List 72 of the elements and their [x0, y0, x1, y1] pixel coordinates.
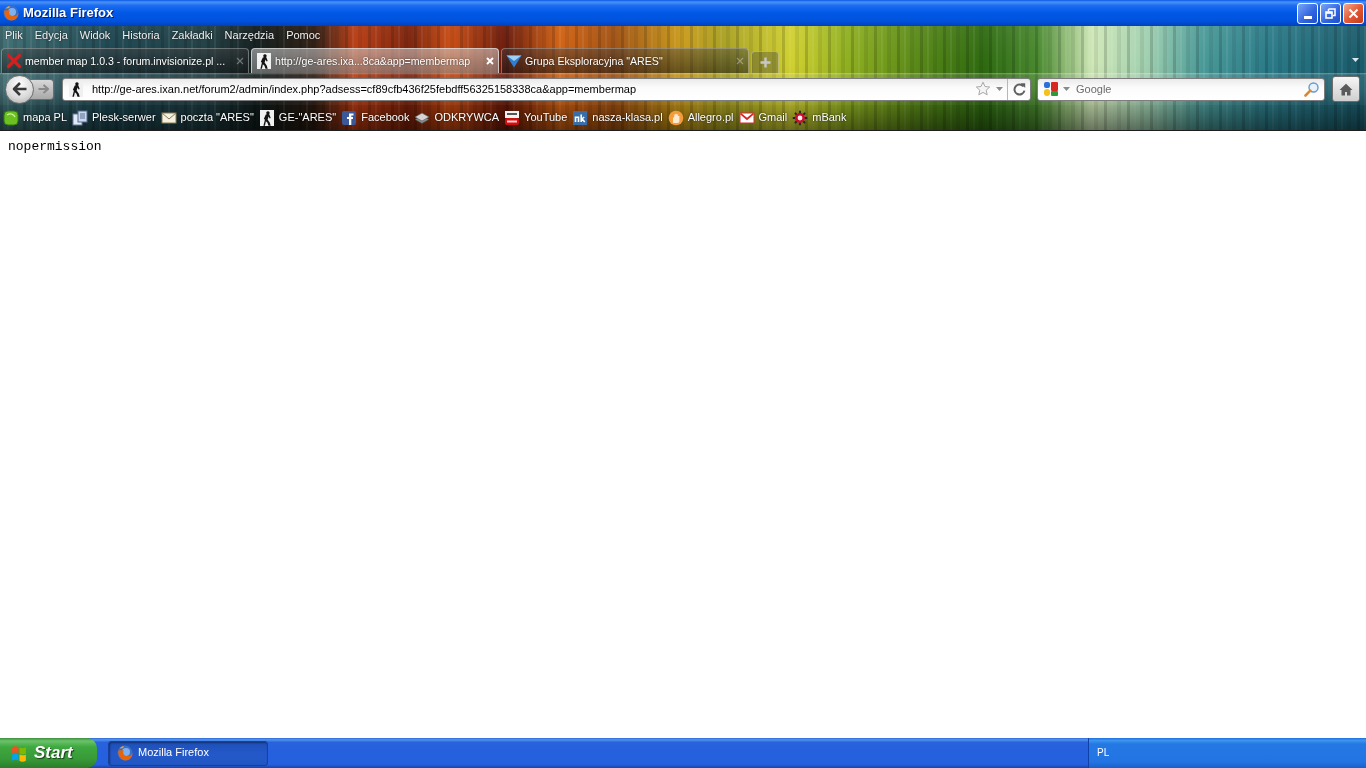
bookmark-link[interactable]: YouTube: [524, 110, 568, 125]
browser-tab[interactable]: Grupa Eksploracyjna "ARES": [501, 48, 749, 73]
window-title: Mozilla Firefox: [23, 5, 114, 21]
back-arrow-icon: [11, 82, 28, 96]
firefox-icon: [3, 5, 19, 21]
caret-icon[interactable]: [996, 87, 1003, 91]
restore-icon: [1325, 7, 1336, 19]
minimize-icon: [1303, 16, 1312, 19]
figure-icon: [256, 53, 272, 69]
figure-icon: [68, 81, 84, 97]
tab-title: Grupa Eksploracyjna "ARES": [525, 54, 663, 68]
reload-icon[interactable]: [1012, 82, 1026, 96]
close-icon[interactable]: [736, 57, 744, 65]
caret-icon[interactable]: [1063, 87, 1070, 91]
new-tab-button[interactable]: [751, 51, 779, 73]
back-button[interactable]: [5, 74, 34, 104]
bookmark-link[interactable]: Facebook: [361, 110, 410, 125]
menu-item[interactable]: Widok: [74, 29, 117, 43]
menu-item[interactable]: Edycja: [29, 29, 74, 43]
tab-title: http://ge-ares.ixa...8ca&app=membermap: [275, 54, 471, 68]
home-button[interactable]: [1332, 76, 1360, 102]
taskbar-button[interactable]: Mozilla Firefox: [108, 740, 268, 766]
bookmark-link[interactable]: Gmail: [758, 110, 788, 125]
square-logo-icon: [572, 109, 589, 126]
search-icon[interactable]: [1304, 81, 1320, 97]
documents-icon: [72, 109, 89, 126]
blocks-icon[interactable]: [1043, 81, 1059, 97]
bookmark-link[interactable]: poczta "ARES": [180, 110, 254, 125]
close-icon: [1348, 7, 1359, 19]
page-text: nopermission: [8, 139, 103, 154]
bookmark-link[interactable]: mapa PL: [23, 110, 68, 125]
tab-title: member map 1.0.3 - forum.invisionize.pl ...: [25, 54, 226, 68]
bookmark-link[interactable]: Allegro.pl: [687, 110, 734, 125]
envelope-icon: [738, 109, 755, 126]
menu-item[interactable]: Narzędzia: [219, 29, 281, 43]
restore-button[interactable]: [1320, 2, 1341, 24]
search-field[interactable]: Google: [1076, 80, 1304, 98]
tile-icon: [3, 109, 19, 126]
close-icon[interactable]: [236, 57, 244, 65]
forward-arrow-icon: [37, 84, 49, 94]
firefox-icon: [117, 745, 133, 761]
figure-icon: [258, 109, 275, 126]
triangle-icon: [506, 53, 522, 69]
language-indicator[interactable]: PL: [1097, 747, 1110, 759]
plus-icon: [759, 57, 771, 68]
caret-icon[interactable]: [1352, 57, 1359, 62]
minimize-button[interactable]: [1297, 2, 1318, 24]
hand-icon: [667, 109, 684, 126]
menu-item[interactable]: Zakładki: [166, 29, 219, 43]
bookmark-link[interactable]: nasza-klasa.pl: [592, 110, 663, 125]
menu-item[interactable]: Pomoc: [281, 29, 327, 43]
browser-tab[interactable]: http://ge-ares.ixa...8ca&app=membermap: [251, 48, 499, 73]
cross-icon: [6, 53, 22, 69]
address-bar[interactable]: http://ge-ares.ixan.net/forum2/admin/index.php?adsess=cf89cfb436f25febdff56325158338ca&app=membermap: [62, 77, 1031, 101]
flag-icon: [9, 744, 29, 762]
close-icon[interactable]: [486, 57, 494, 65]
square-logo-icon: [341, 109, 358, 126]
bookmark-link[interactable]: ODKRYWCA: [434, 110, 500, 125]
bookmark-link[interactable]: GE-"ARES": [278, 110, 337, 125]
search-box[interactable]: Google: [1037, 77, 1325, 101]
browser-tab[interactable]: member map 1.0.3 - forum.invisionize.pl ...: [1, 48, 249, 73]
bookmark-link[interactable]: mBank: [812, 110, 847, 125]
address-field[interactable]: http://ge-ares.ixan.net/forum2/admin/index.php?adsess=cf89cfb436f25febdff56325158338ca&app=membermap: [92, 80, 975, 98]
menu-item[interactable]: Plik: [0, 29, 29, 43]
envelope-icon: [160, 109, 177, 126]
home-icon: [1339, 82, 1353, 96]
bookmark-link[interactable]: Plesk-serwer: [92, 110, 156, 125]
star-icon[interactable]: [975, 81, 991, 97]
gear-icon: [792, 109, 809, 126]
video-logo-icon: [504, 109, 521, 126]
menu-item[interactable]: Historia: [117, 29, 166, 43]
close-button[interactable]: [1343, 2, 1364, 24]
